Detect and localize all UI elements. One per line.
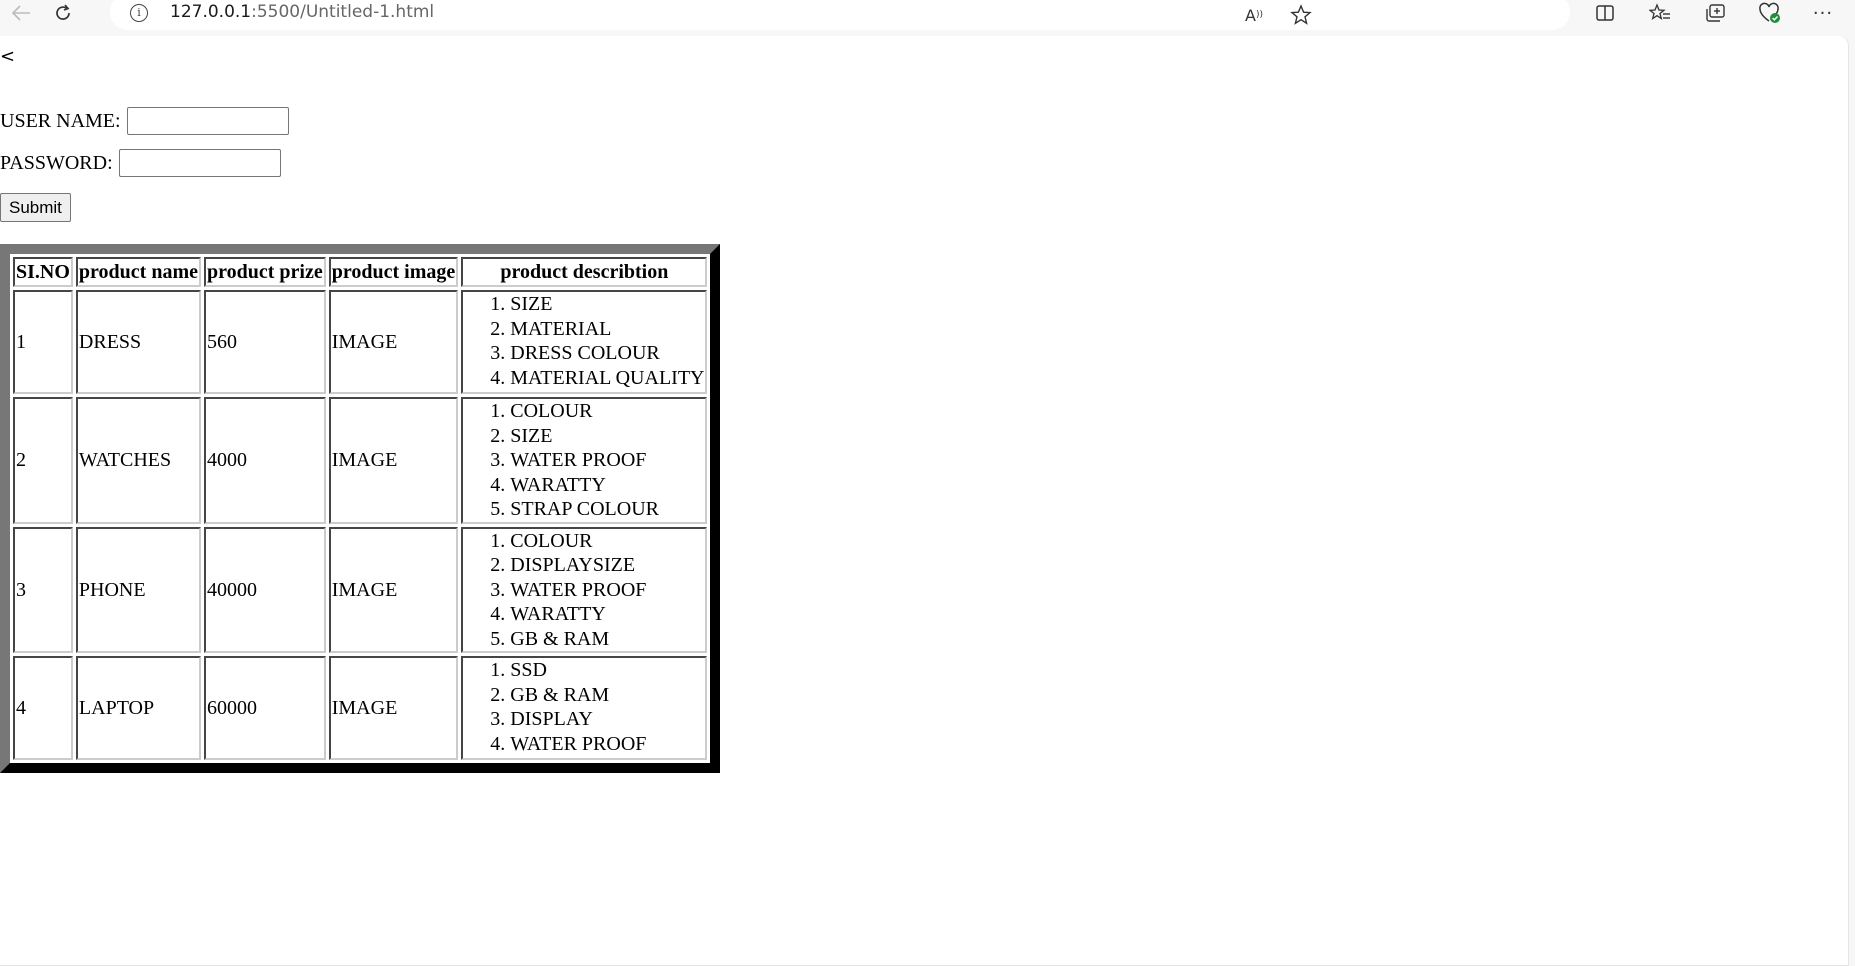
favorite-star-icon[interactable]	[1290, 2, 1312, 28]
password-input[interactable]	[118, 149, 281, 177]
table-row: 4 LAPTOP 60000 IMAGE SSD GB & RAM DISPLA…	[13, 656, 708, 760]
cell-product-description: SIZE MATERIAL DRESS COLOUR MATERIAL QUAL…	[461, 290, 708, 394]
cell-si-no: 3	[13, 526, 73, 653]
column-header-product-name: product name	[75, 257, 201, 287]
list-item: DISPLAY	[510, 707, 704, 732]
product-table: SI.NO product name product prize product…	[0, 244, 721, 773]
table-row: 3 PHONE 40000 IMAGE COLOUR DISPLAYSIZE W…	[13, 526, 708, 653]
back-arrow-icon[interactable]	[6, 0, 36, 26]
cell-product-prize: 40000	[204, 526, 326, 653]
cell-product-description: COLOUR SIZE WATER PROOF WARATTY STRAP CO…	[461, 397, 708, 524]
cell-si-no: 1	[13, 290, 73, 394]
site-info-icon[interactable]: i	[130, 4, 148, 22]
column-header-si-no: SI.NO	[13, 257, 73, 287]
username-label: USER NAME:	[0, 109, 121, 132]
list-item: GB & RAM	[510, 627, 704, 652]
read-aloud-icon[interactable]: A))	[1245, 2, 1263, 28]
table-row: 2 WATCHES 4000 IMAGE COLOUR SIZE WATER P…	[13, 397, 708, 524]
list-item: WARATTY	[510, 602, 704, 627]
cell-product-description: COLOUR DISPLAYSIZE WATER PROOF WARATTY G…	[461, 526, 708, 653]
table-header-row: SI.NO product name product prize product…	[13, 257, 708, 287]
collections-icon[interactable]	[1700, 0, 1730, 26]
cell-si-no: 4	[13, 656, 73, 760]
list-item: SIZE	[510, 424, 704, 449]
description-list: SIZE MATERIAL DRESS COLOUR MATERIAL QUAL…	[464, 292, 704, 390]
more-options-icon[interactable]: ···	[1808, 0, 1838, 26]
submit-button[interactable]: Submit	[0, 193, 71, 222]
list-item: SIZE	[510, 292, 704, 317]
table-row: 1 DRESS 560 IMAGE SIZE MATERIAL DRESS CO…	[13, 290, 708, 394]
product-table-wrapper: SI.NO product name product prize product…	[0, 244, 721, 773]
list-item: WATER PROOF	[510, 578, 704, 603]
cell-product-name: DRESS	[75, 290, 201, 394]
description-list: COLOUR SIZE WATER PROOF WARATTY STRAP CO…	[464, 399, 704, 522]
cell-product-image: IMAGE	[328, 397, 459, 524]
split-screen-icon[interactable]	[1590, 0, 1620, 26]
column-header-product-description: product describtion	[461, 257, 708, 287]
url-text: 127.0.0.1:5500/Untitled-1.html	[170, 2, 434, 22]
favorites-icon[interactable]	[1645, 0, 1675, 26]
list-item: COLOUR	[510, 529, 704, 554]
list-item: DRESS COLOUR	[510, 341, 704, 366]
url-path: :5500/Untitled-1.html	[251, 2, 435, 22]
list-item: SSD	[510, 658, 704, 683]
cell-product-name: LAPTOP	[75, 656, 201, 760]
description-list: COLOUR DISPLAYSIZE WATER PROOF WARATTY G…	[464, 529, 704, 652]
url-host: 127.0.0.1	[170, 2, 252, 22]
cell-product-image: IMAGE	[328, 526, 459, 653]
list-item: WATER PROOF	[510, 732, 704, 757]
username-row: USER NAME:	[0, 106, 289, 136]
browser-toolbar: i 127.0.0.1:5500/Untitled-1.html A)) ···	[0, 0, 1855, 30]
address-bar[interactable]: i 127.0.0.1:5500/Untitled-1.html A))	[110, 0, 1570, 30]
column-header-product-prize: product prize	[204, 257, 326, 287]
list-item: WATER PROOF	[510, 448, 704, 473]
cell-product-image: IMAGE	[328, 656, 459, 760]
browser-essentials-icon[interactable]	[1755, 0, 1785, 26]
cell-product-image: IMAGE	[328, 290, 459, 394]
refresh-icon[interactable]	[48, 0, 78, 26]
list-item: WARATTY	[510, 473, 704, 498]
list-item: MATERIAL	[510, 317, 704, 342]
cell-product-prize: 4000	[204, 397, 326, 524]
cell-product-name: WATCHES	[75, 397, 201, 524]
password-row: PASSWORD:	[0, 148, 281, 178]
page-viewport: < USER NAME: PASSWORD: Submit SI.NO prod…	[0, 36, 1849, 966]
cell-product-prize: 560	[204, 290, 326, 394]
cell-product-name: PHONE	[75, 526, 201, 653]
cell-product-description: SSD GB & RAM DISPLAY WATER PROOF	[461, 656, 708, 760]
list-item: DISPLAYSIZE	[510, 553, 704, 578]
column-header-product-image: product image	[328, 257, 459, 287]
cell-product-prize: 60000	[204, 656, 326, 760]
password-label: PASSWORD:	[0, 151, 113, 174]
list-item: COLOUR	[510, 399, 704, 424]
username-input[interactable]	[126, 107, 289, 135]
list-item: GB & RAM	[510, 683, 704, 708]
cell-si-no: 2	[13, 397, 73, 524]
description-list: SSD GB & RAM DISPLAY WATER PROOF	[464, 658, 704, 756]
list-item: STRAP COLOUR	[510, 497, 704, 522]
list-item: MATERIAL QUALITY	[510, 366, 704, 391]
stray-lt-text: <	[0, 46, 16, 67]
